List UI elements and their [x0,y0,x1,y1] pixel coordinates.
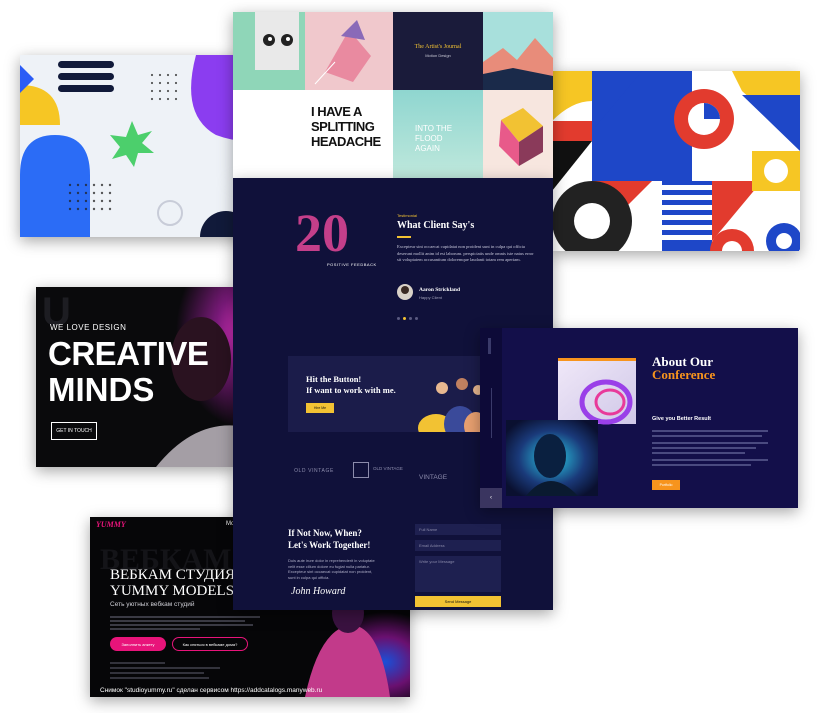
flood-text: INTO THE FLOOD AGAIN [415,124,453,153]
portfolio-grid-card[interactable]: The Artist's Journal Motion Design I HAV… [233,12,553,178]
portfolio-tile-robot[interactable] [233,12,305,90]
conference-card[interactable]: ‹ About Our Conference Give you Better R… [480,328,798,508]
title-underline [397,236,411,238]
team-illustration [418,378,488,432]
portfolio-tile-blank [233,90,305,178]
yummy-subtitle: Сеть уютных вебкам студий [110,601,195,608]
creative-minds-card[interactable]: U WE LOVE DESIGN CREATIVE MINDS GET IN T… [36,287,236,467]
headache-text: I HAVE A SPLITTING HEADACHE [311,104,381,149]
brand-logo-2: OLD VINTAGE [373,466,403,471]
conference-title-line2: Conference [652,367,716,382]
carousel-dot[interactable] [397,317,400,320]
carousel-dot[interactable] [409,317,412,320]
contact-heading-line1: If Not Now, When? [288,528,362,538]
testimonial-title: What Client Say's [397,220,475,231]
portfolio-tile-bird[interactable] [305,12,393,90]
bird-image [314,20,371,85]
feedback-count: 20 [295,203,349,263]
brand-logo-1: OLD VINTAGE [294,468,334,474]
yummy-logo[interactable]: YUMMY [96,520,126,529]
journal-title: The Artist's Journal [414,44,462,50]
sidebar-mark [488,338,491,354]
conference-subheading: Give you Better Result [652,416,711,422]
portfolio-tile-journal[interactable]: The Artist's Journal Motion Design [393,12,483,90]
hire-me-button[interactable]: Hire Me [306,403,334,413]
contact-heading-line2: Let's Work Together! [288,540,371,550]
get-in-touch-button[interactable]: GET IN TOUCH [51,422,97,440]
fill-form-button[interactable]: Заполнить анкету [110,637,166,651]
mountains-image [483,38,553,90]
prev-arrow-icon[interactable]: ‹ [480,488,502,508]
full-name-input[interactable]: Full Name [415,524,501,535]
creative-headline-line1: CREATIVE [48,335,209,372]
conference-side-label-track [488,388,494,438]
contact-text: Duis aute irure dolor in reprehenderit i… [288,558,375,580]
yummy-title-line2: YUMMY MODELS [110,583,235,599]
client-name: Aaron Strickland [419,287,461,293]
box-image [499,108,543,166]
conference-body-text [652,427,768,469]
email-input[interactable]: Email Address [415,540,501,551]
portfolio-tile-flood[interactable]: INTO THE FLOOD AGAIN [393,90,483,178]
menu-bars-icon [58,61,114,68]
testimonial-quote: Excepteur sint occaecat cupidatat non pr… [397,244,534,262]
testimonial-eyebrow: Testimonial [397,213,418,218]
yummy-description [110,614,260,634]
bauhaus-pattern-art [552,71,800,251]
portfolio-tile-headache[interactable]: I HAVE A SPLITTING HEADACHE [305,90,393,178]
cta-line2: If want to work with me. [306,385,396,395]
carousel-dot-active[interactable] [403,317,406,320]
screenshot-caption: Снимок "studioyummy.ru" сделан сервисом … [100,687,323,694]
client-role: Happy Client [419,295,442,300]
yummy-benefits-list [110,659,220,682]
conference-images [506,358,636,496]
carousel-dot[interactable] [415,317,418,320]
yummy-title-line1: ВЕБКАМ СТУДИЯ [110,567,236,583]
cta-line1: Hit the Button! [306,374,362,384]
message-textarea[interactable]: Write your Message [415,556,501,592]
journal-subtitle: Motion Design [425,53,451,58]
carousel-dots[interactable] [397,317,418,320]
brand-logo-3: VINTAGE [419,474,448,481]
client-avatar [397,284,413,300]
send-message-button[interactable]: Send Message [415,596,501,607]
portfolio-tile-mountains[interactable] [483,12,553,90]
hire-cta-box: Hit the Button! If want to work with me.… [288,356,488,432]
signature: John Howard [291,586,346,597]
portfolio-tile-box[interactable] [483,90,553,178]
creative-headline-line2: MINDS [48,371,155,408]
creative-eyebrow: WE LOVE DESIGN [50,323,127,332]
brand-logo-2-mark [353,462,369,478]
work-from-home-button[interactable]: Как сняться в вебкаме дома? [172,637,248,651]
feedback-caption: POSITIVE FEEDBACK [327,262,377,267]
robot-image [255,12,299,70]
conference-portfolio-button[interactable]: Portfolio [652,480,680,490]
bauhaus-pattern-card[interactable] [552,71,800,251]
